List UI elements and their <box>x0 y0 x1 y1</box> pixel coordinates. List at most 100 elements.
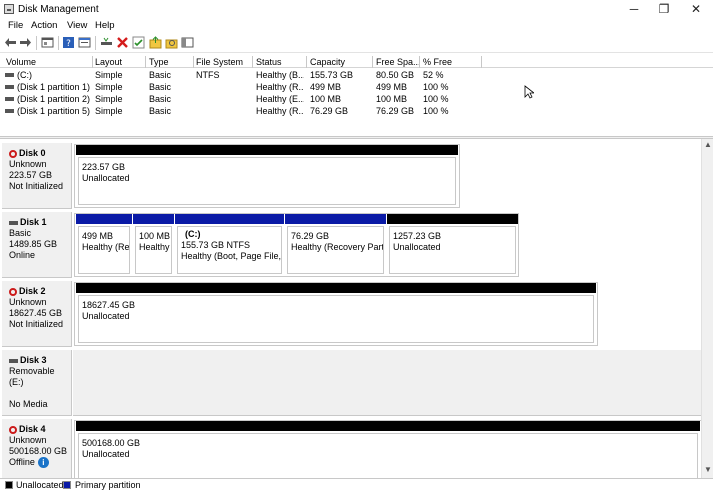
volume-row[interactable]: (Disk 1 partition 2) Simple Basic Health… <box>0 93 713 105</box>
column-divider[interactable] <box>92 56 93 68</box>
volume-capacity: 155.73 GB <box>310 70 354 80</box>
disk-type: Unknown <box>9 159 47 169</box>
volume-status: Healthy (R... <box>256 82 304 92</box>
vertical-scrollbar[interactable]: ▲ ▼ <box>701 139 713 478</box>
column-divider[interactable] <box>306 56 307 68</box>
column-header-type[interactable]: Type <box>149 57 169 67</box>
column-header-free-space[interactable]: Free Spa... <box>376 57 421 67</box>
disk-name: Disk 4 <box>19 424 46 434</box>
partition-unallocated[interactable]: 1257.23 GB Unallocated <box>387 214 518 276</box>
check-icon[interactable] <box>132 36 145 49</box>
help-icon[interactable]: ? <box>62 36 75 49</box>
menu-action[interactable]: Action <box>31 20 57 31</box>
disk-name: Disk 2 <box>19 286 46 296</box>
info-icon[interactable]: i <box>37 457 49 469</box>
disk-icon <box>9 358 18 363</box>
disk-state: Not Initialized <box>9 181 64 191</box>
column-header-capacity[interactable]: Capacity <box>310 57 345 67</box>
console-tree-icon[interactable] <box>41 36 54 49</box>
forward-arrow-icon[interactable] <box>19 36 32 49</box>
partition-status: Healthy (Rec <box>82 242 130 252</box>
volume-capacity: 76.29 GB <box>310 106 349 116</box>
partition-recovery-5[interactable]: 76.29 GB Healthy (Recovery Partitio <box>285 214 386 276</box>
disk-size: 223.57 GB <box>9 170 53 180</box>
volume-capacity: 100 MB <box>310 94 342 104</box>
close-button[interactable]: ✕ <box>679 0 713 19</box>
disk-label-disk-2[interactable]: Disk 2 Unknown 18627.45 GB Not Initializ… <box>2 281 72 347</box>
volume-name: (Disk 1 partition 2) <box>17 94 91 104</box>
volume-row[interactable]: (Disk 1 partition 5) Simple Basic Health… <box>0 105 713 117</box>
menu-file[interactable]: File <box>8 20 23 31</box>
column-header-status[interactable]: Status <box>256 57 282 67</box>
column-divider[interactable] <box>145 56 146 68</box>
column-divider[interactable] <box>419 56 420 68</box>
volume-type: Basic <box>149 82 172 92</box>
column-header-percent-free[interactable]: % Free <box>423 57 452 67</box>
disk-label-disk-1[interactable]: Disk 1 Basic 1489.85 GB Online <box>2 212 72 278</box>
legend-label-unallocated: Unallocated <box>16 480 64 490</box>
volume-capacity: 499 MB <box>310 82 342 92</box>
unallocated-bar <box>76 145 458 155</box>
partition-recovery-1[interactable]: 499 MB Healthy (Rec <box>76 214 132 276</box>
partition-c-drive[interactable]: (C:) 155.73 GB NTFS Healthy (Boot, Page … <box>175 214 284 276</box>
properties-icon[interactable] <box>78 36 91 49</box>
volume-row[interactable]: (Disk 1 partition 1) Simple Basic Health… <box>0 81 713 93</box>
back-arrow-icon[interactable] <box>4 36 17 49</box>
volume-icon <box>5 97 14 101</box>
column-divider[interactable] <box>193 56 194 68</box>
disk-type: Basic <box>9 228 32 238</box>
view-pane-icon[interactable] <box>181 36 194 49</box>
volume-free-space: 76.29 GB <box>376 106 415 116</box>
delete-icon[interactable] <box>116 36 129 49</box>
scroll-down-icon[interactable]: ▼ <box>704 465 712 474</box>
disk-offline-icon <box>9 425 17 434</box>
column-header-layout[interactable]: Layout <box>95 57 122 67</box>
disk-label-disk-3[interactable]: Disk 3 Removable (E:) No Media <box>2 350 72 416</box>
minimize-button[interactable]: ─ <box>617 0 651 19</box>
volume-percent-free: 100 % <box>423 106 449 116</box>
primary-partition-bar <box>285 214 386 224</box>
column-divider[interactable] <box>372 56 373 68</box>
volume-free-space: 100 MB <box>376 94 408 104</box>
disk-label-disk-4[interactable]: Disk 4 Unknown 500168.00 GB Offline i <box>2 419 72 478</box>
column-header-file-system[interactable]: File System <box>196 57 243 67</box>
partition-efi[interactable]: 100 MB Healthy <box>133 214 174 276</box>
volume-name: (C:) <box>17 70 32 80</box>
disk-size <box>9 388 71 399</box>
connect-disk-icon[interactable] <box>100 36 113 49</box>
column-divider[interactable] <box>252 56 253 68</box>
scroll-up-icon[interactable]: ▲ <box>704 140 712 149</box>
partition-label: (C:) <box>185 229 201 239</box>
partition-status: Healthy (Boot, Page File, Cr <box>181 251 282 261</box>
column-header-volume[interactable]: Volume <box>6 57 36 67</box>
mouse-cursor-icon <box>524 85 534 99</box>
column-divider[interactable] <box>481 56 482 68</box>
volume-icon <box>5 73 14 77</box>
disk-1-partition-frame: 499 MB Healthy (Rec 100 MB Healthy (C:) … <box>74 213 519 277</box>
toolbar-separator <box>95 36 96 50</box>
volume-icon <box>5 109 14 113</box>
disk-label-disk-0[interactable]: Disk 0 Unknown 223.57 GB Not Initialized <box>2 143 72 209</box>
volume-status: Healthy (E... <box>256 94 304 104</box>
partition-status: Healthy (Recovery Partitio <box>291 242 384 252</box>
partition-unallocated[interactable]: 223.57 GB Unallocated <box>76 145 458 207</box>
volume-list-header: Volume Layout Type File System Status Ca… <box>0 56 713 68</box>
menu-view[interactable]: View <box>67 20 87 31</box>
folder-up-icon[interactable] <box>149 36 162 49</box>
volume-row[interactable]: (C:) Simple Basic NTFS Healthy (B... 155… <box>0 69 713 81</box>
volume-layout: Simple <box>95 106 123 116</box>
partition-unallocated[interactable]: 500168.00 GB Unallocated <box>76 421 700 478</box>
volume-percent-free: 52 % <box>423 70 444 80</box>
partition-size: 76.29 GB <box>291 231 330 241</box>
volume-layout: Simple <box>95 82 123 92</box>
partition-unallocated[interactable]: 18627.45 GB Unallocated <box>76 283 596 345</box>
restore-button[interactable]: ❐ <box>647 0 681 19</box>
disk-name: Disk 1 <box>20 217 47 227</box>
unallocated-bar <box>76 283 596 293</box>
disk-4-partition-frame: 500168.00 GB Unallocated <box>74 420 701 478</box>
toolbar-separator <box>36 36 37 50</box>
partition-size: 499 MB <box>82 231 114 241</box>
menu-help[interactable]: Help <box>95 20 115 31</box>
search-folder-icon[interactable] <box>165 36 178 49</box>
disk-state: No Media <box>9 399 48 409</box>
